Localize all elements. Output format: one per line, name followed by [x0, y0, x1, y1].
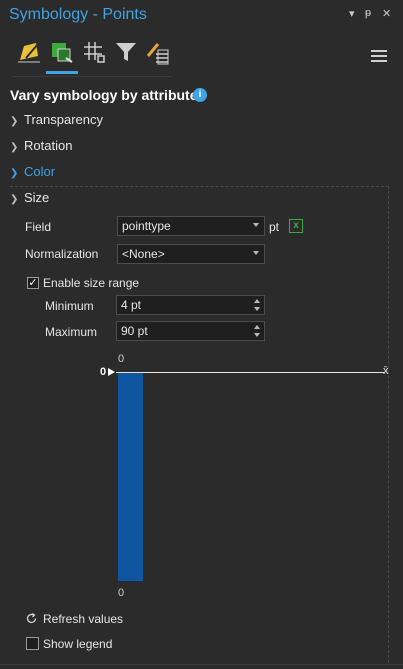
minimum-value: 4 pt [121, 298, 142, 312]
funnel-icon[interactable] [112, 38, 142, 68]
field-unit: pt [269, 220, 280, 234]
page-heading: Vary symbology by attribute [10, 87, 198, 103]
section-label: Rotation [24, 138, 73, 153]
stepper-up-icon[interactable] [254, 299, 260, 303]
section-label: Transparency [24, 112, 103, 127]
section-label: Size [24, 190, 50, 205]
options-menu-icon[interactable] [371, 50, 387, 64]
stepper-up-icon[interactable] [254, 325, 260, 329]
histogram-axis-line [116, 372, 384, 373]
active-tab-indicator [46, 71, 78, 74]
refresh-values-label: Refresh values [43, 612, 124, 626]
minimum-size-stepper[interactable]: 4 pt [116, 295, 265, 315]
section-label: Color [24, 164, 56, 179]
dropdown-arrow-icon [253, 223, 259, 227]
stepper-down-icon[interactable] [254, 307, 260, 311]
field-value: pointtype [122, 219, 171, 233]
normalization-label: Normalization [25, 247, 99, 261]
close-icon[interactable]: ✕ [382, 7, 391, 20]
show-legend-label: Show legend [43, 637, 113, 651]
field-dropdown[interactable]: pointtype [117, 216, 265, 236]
chevron-down-icon: ❯ [10, 194, 19, 205]
chevron-right-icon: ❯ [10, 116, 19, 127]
enable-size-range-checkbox[interactable]: ✓ [27, 277, 39, 289]
refresh-icon [25, 612, 38, 625]
histogram-bottom-value: 0 [118, 587, 125, 599]
axis-mean-label: x̄ [383, 365, 389, 377]
histogram-bar [118, 373, 143, 581]
pane-title: Symbology - Points [9, 6, 147, 23]
normalization-value: <None> [122, 247, 165, 261]
axis-marker-handle[interactable] [108, 368, 115, 376]
info-icon[interactable]: i [193, 88, 207, 102]
vary-symbology-icon[interactable] [48, 38, 78, 68]
stepper-down-icon[interactable] [254, 333, 260, 337]
hash-layers-icon[interactable] [80, 38, 110, 68]
pencil-brush-icon[interactable] [16, 38, 46, 68]
pin-icon[interactable]: ᵽ [365, 7, 371, 19]
section-transparency[interactable]: ❯ Transparency [10, 112, 103, 127]
normalization-dropdown[interactable]: <None> [117, 244, 265, 264]
brush-list-icon[interactable] [144, 38, 174, 68]
maximum-value: 90 pt [121, 324, 148, 338]
axis-marker-label: 0 [100, 366, 107, 378]
show-legend-checkbox[interactable] [26, 637, 39, 650]
section-color[interactable]: ❯ Color [10, 164, 55, 179]
minimum-label: Minimum [45, 299, 94, 313]
chevron-right-icon: ❯ [10, 142, 19, 153]
chevron-right-icon: ❯ [10, 168, 19, 179]
pane-bottom-border [0, 664, 403, 665]
field-label: Field [25, 220, 52, 234]
dropdown-arrow-icon [253, 251, 259, 255]
enable-size-range-label: Enable size range [43, 276, 140, 290]
chevron-down-icon[interactable]: ▾ [349, 7, 355, 20]
tab-divider [12, 76, 172, 77]
maximum-size-stepper[interactable]: 90 pt [116, 321, 265, 341]
section-size[interactable]: ❯ Size [10, 190, 49, 205]
section-rotation[interactable]: ❯ Rotation [10, 138, 72, 153]
expression-icon[interactable]: x [289, 219, 303, 233]
maximum-label: Maximum [45, 325, 98, 339]
histogram-top-value: 0 [118, 353, 125, 365]
